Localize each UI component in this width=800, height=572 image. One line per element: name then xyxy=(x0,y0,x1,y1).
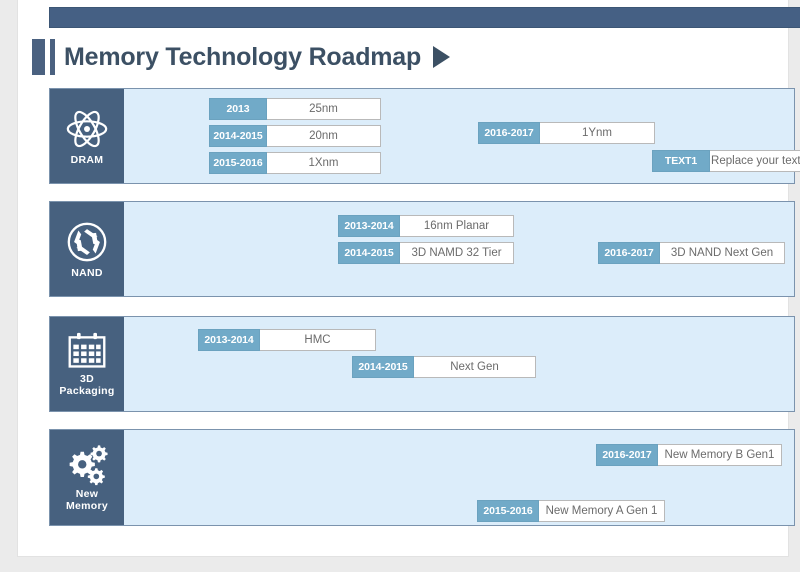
bar-text: 3D NAMD 32 Tier xyxy=(400,242,514,264)
row-label-new-memory: New Memory xyxy=(66,488,108,512)
bar-period: 2013-2014 xyxy=(198,329,260,351)
gears-icon xyxy=(64,444,110,486)
row-icon-panel-new-memory: New Memory xyxy=(50,430,124,525)
row-icon-panel-dram: DRAM xyxy=(50,89,124,183)
bar-period: 2013-2014 xyxy=(338,215,400,237)
bar-text: 1Xnm xyxy=(267,152,381,174)
row-label-dram: DRAM xyxy=(70,154,104,166)
bar-dram-2014-2015[interactable]: 2014-2015 20nm xyxy=(209,125,381,147)
bar-period: 2016-2017 xyxy=(478,122,540,144)
bar-text: 1Ynm xyxy=(540,122,655,144)
row-label-line2: Packaging xyxy=(59,385,115,397)
row-track-nand: 2013-2014 16nm Planar 2014-2015 3D NAMD … xyxy=(124,202,794,296)
bar-nand-2013-2014[interactable]: 2013-2014 16nm Planar xyxy=(338,215,514,237)
title-accent-wide xyxy=(32,39,45,75)
bar-text: Replace your text here. xyxy=(710,150,800,172)
bar-text: 3D NAND Next Gen xyxy=(660,242,785,264)
bar-text: New Memory B Gen1 xyxy=(658,444,782,466)
bar-packaging-2014-2015[interactable]: 2014-2015 Next Gen xyxy=(352,356,536,378)
row-icon-panel-nand: NAND xyxy=(50,202,124,296)
bar-period: 2015-2016 xyxy=(477,500,539,522)
bar-dram-2016-2017[interactable]: 2016-2017 1Ynm xyxy=(478,122,655,144)
row-icon-panel-packaging: 3D Packaging xyxy=(50,317,124,411)
title-accent-thin xyxy=(50,39,55,75)
bar-dram-2013[interactable]: 2013 25nm xyxy=(209,98,381,120)
bar-period: 2016-2017 xyxy=(596,444,658,466)
bar-nand-2014-2015[interactable]: 2014-2015 3D NAMD 32 Tier xyxy=(338,242,514,264)
row-label-packaging: 3D Packaging xyxy=(59,373,114,397)
bar-text: New Memory A Gen 1 xyxy=(539,500,665,522)
row-track-new-memory: 2016-2017 New Memory B Gen1 2015-2016 Ne… xyxy=(124,430,794,525)
bar-period: 2016-2017 xyxy=(598,242,660,264)
bar-new-memory-2015-2016[interactable]: 2015-2016 New Memory A Gen 1 xyxy=(477,500,665,522)
slide-sheet: Memory Technology Roadmap DRAM 2013 25nm… xyxy=(18,0,800,556)
bar-text: 16nm Planar xyxy=(400,215,514,237)
roadmap-row-dram: DRAM 2013 25nm 2014-2015 20nm 2015-2016 … xyxy=(49,88,800,184)
bar-period: 2014-2015 xyxy=(352,356,414,378)
aperture-icon xyxy=(64,219,110,265)
calendar-icon xyxy=(65,331,109,371)
roadmap-row-new-memory: New Memory 2016-2017 New Memory B Gen1 2… xyxy=(49,429,795,526)
bar-period: 2014-2015 xyxy=(209,125,267,147)
roadmap-row-packaging: 3D Packaging 2013-2014 HMC 2014-2015 Nex… xyxy=(49,316,795,412)
roadmap-page: Memory Technology Roadmap DRAM 2013 25nm… xyxy=(0,0,800,572)
bar-nand-2016-2017[interactable]: 2016-2017 3D NAND Next Gen xyxy=(598,242,785,264)
bar-text: 25nm xyxy=(267,98,381,120)
row-label-line1: 3D xyxy=(79,373,94,385)
row-track-packaging: 2013-2014 HMC 2014-2015 Next Gen xyxy=(124,317,794,411)
page-title-row: Memory Technology Roadmap xyxy=(32,38,451,76)
row-label-line2: Memory xyxy=(65,499,109,512)
row-track-dram: 2013 25nm 2014-2015 20nm 2015-2016 1Xnm … xyxy=(124,89,800,183)
bar-new-memory-2016-2017[interactable]: 2016-2017 New Memory B Gen1 xyxy=(596,444,782,466)
bar-period: 2014-2015 xyxy=(338,242,400,264)
roadmap-row-nand: NAND 2013-2014 16nm Planar 2014-2015 3D … xyxy=(49,201,795,297)
bar-dram-2015-2016[interactable]: 2015-2016 1Xnm xyxy=(209,152,381,174)
row-label-nand: NAND xyxy=(71,267,103,279)
bar-text: 20nm xyxy=(267,125,381,147)
atom-icon xyxy=(64,106,110,152)
bar-period: 2015-2016 xyxy=(209,152,267,174)
row-label-line1: New xyxy=(75,487,99,500)
bar-text: HMC xyxy=(260,329,376,351)
play-triangle-icon[interactable] xyxy=(433,46,451,68)
bar-dram-text1[interactable]: TEXT1 Replace your text here. xyxy=(652,150,800,172)
top-banner-bar xyxy=(49,7,800,28)
page-title: Memory Technology Roadmap xyxy=(64,42,422,71)
bar-period: TEXT1 xyxy=(652,150,710,172)
bar-packaging-2013-2014[interactable]: 2013-2014 HMC xyxy=(198,329,376,351)
bar-period: 2013 xyxy=(209,98,267,120)
bar-text: Next Gen xyxy=(414,356,536,378)
